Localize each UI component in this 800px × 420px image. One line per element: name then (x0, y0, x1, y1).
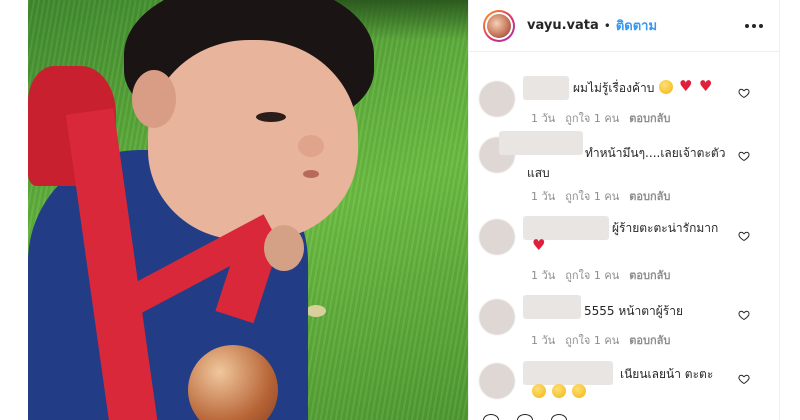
owner-avatar[interactable] (483, 9, 515, 42)
commenter-avatar[interactable] (479, 81, 515, 117)
comment-meta: 1 วัน ถูกใจ 1 คน ตอบกลับ (531, 109, 670, 127)
comment-body: ผู้ร้ายตะตะน่ารักมาก (612, 218, 718, 238)
post-header: vayu.vata • ติดตาม (469, 0, 779, 52)
comment-time[interactable]: 1 วัน (531, 187, 555, 205)
like-comment-icon[interactable] (738, 373, 750, 385)
like-comment-icon[interactable] (738, 87, 750, 99)
comment-likes[interactable]: ถูกใจ 1 คน (565, 331, 619, 349)
comment-meta: 1 วัน ถูกใจ 1 คน ตอบกลับ (531, 266, 670, 284)
comment-body: ผมไม่รู้เรื่องค้าบ (573, 76, 714, 98)
reply-button[interactable]: ตอบกลับ (629, 266, 670, 284)
grinning-sweat-emoji (571, 384, 586, 398)
instagram-post-view: vayu.vata • ติดตาม ผมไม่รู้เรื่องค้าบ ♥ … (0, 0, 800, 420)
comment-body: เนียนเลยน้า ตะตะ (620, 364, 713, 384)
share-icon[interactable] (551, 414, 567, 420)
comment-body: ทำหน้ามึนๆ....เลยเจ้าตะตัวแสบ (527, 143, 727, 183)
more-dot (752, 23, 756, 28)
action-bar-edge (469, 412, 781, 420)
comment-time[interactable]: 1 วัน (531, 331, 555, 349)
child-eye (256, 112, 286, 122)
comment-time[interactable]: 1 วัน (531, 266, 555, 284)
comment-text: เนียนเลยน้า ตะตะ (620, 367, 714, 381)
blurred-username (523, 76, 569, 100)
red-heart-emoji (532, 235, 546, 255)
like-comment-icon[interactable] (738, 230, 750, 242)
red-heart-emoji (679, 76, 693, 96)
more-dot (759, 23, 763, 28)
comment-text: ผมไม่รู้เรื่องค้าบ (573, 81, 655, 95)
avatar-ring (485, 11, 513, 40)
child-face (148, 40, 358, 240)
comment-body: 5555 หน้าตาผู้ร้าย (584, 301, 683, 321)
commenter-avatar[interactable] (479, 363, 515, 399)
follow-button[interactable]: ติดตาม (616, 15, 657, 36)
child-nose (298, 135, 324, 157)
comment-text: 5555 หน้าตาผู้ร้าย (584, 304, 683, 318)
reply-button[interactable]: ตอบกลับ (629, 331, 670, 349)
post-video[interactable] (28, 0, 468, 420)
like-comment-icon[interactable] (738, 150, 750, 162)
owner-username[interactable]: vayu.vata (527, 18, 599, 33)
like-post-icon[interactable] (483, 414, 499, 420)
grinning-sweat-emoji (532, 384, 546, 398)
comment-time[interactable]: 1 วัน (531, 109, 555, 127)
child-ear (132, 70, 176, 128)
rolling-laughing-emoji (659, 80, 674, 94)
reply-button[interactable]: ตอบกลับ (629, 109, 670, 127)
comment-list[interactable]: ผมไม่รู้เรื่องค้าบ 1 วัน ถูกใจ 1 คน ตอบก… (469, 53, 779, 420)
comment-meta: 1 วัน ถูกใจ 1 คน ตอบกลับ (531, 187, 670, 205)
comment-text: ผู้ร้ายตะตะน่ารักมาก (612, 221, 719, 235)
comment-emoji-line (531, 235, 547, 257)
comment-likes[interactable]: ถูกใจ 1 คน (565, 266, 619, 284)
post-sidebar: vayu.vata • ติดตาม ผมไม่รู้เรื่องค้าบ ♥ … (468, 0, 780, 420)
more-options-icon[interactable] (743, 18, 765, 34)
header-separator: • (603, 18, 611, 33)
commenter-avatar[interactable] (479, 299, 515, 335)
comment-likes[interactable]: ถูกใจ 1 คน (565, 109, 619, 127)
child-hand (264, 225, 304, 271)
grinning-sweat-emoji (551, 384, 566, 398)
reply-button[interactable]: ตอบกลับ (629, 187, 670, 205)
comment-icon[interactable] (517, 414, 533, 420)
comment-meta: 1 วัน ถูกใจ 1 คน ตอบกลับ (531, 331, 670, 349)
blurred-username (523, 295, 581, 319)
red-heart-emoji (699, 76, 713, 96)
comment-emoji-line (531, 382, 587, 402)
lawn-stone (306, 305, 326, 317)
more-dot (745, 23, 749, 28)
comment-likes[interactable]: ถูกใจ 1 คน (565, 187, 619, 205)
child-mouth (303, 170, 319, 178)
like-comment-icon[interactable] (738, 309, 750, 321)
commenter-avatar[interactable] (479, 219, 515, 255)
avatar-image (487, 13, 511, 38)
comment-text: ทำหน้ามึนๆ....เลยเจ้าตะตัวแสบ (527, 146, 726, 180)
